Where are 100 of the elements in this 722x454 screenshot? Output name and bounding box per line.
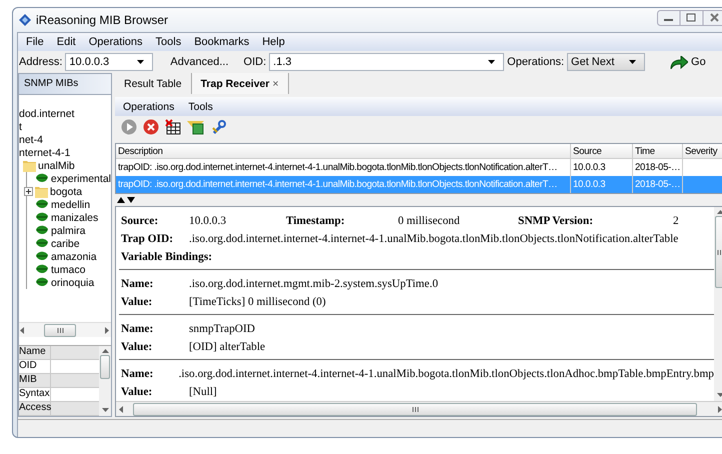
window-controls-icon[interactable]	[657, 10, 722, 26]
menu-item[interactable]: Tools	[156, 36, 182, 48]
table-cell: 10.0.0.3	[571, 176, 633, 193]
tree-item[interactable]: palmira	[51, 224, 86, 236]
dropdown-caret-icon	[629, 60, 636, 64]
field-value: 2	[673, 215, 679, 227]
menu-item[interactable]: Bookmarks	[194, 36, 250, 48]
tree-item[interactable]: medellin	[51, 198, 90, 210]
leaf-icon	[35, 173, 49, 184]
horizontal-scrollbar[interactable]	[116, 401, 722, 416]
menu-item[interactable]: Operations	[123, 100, 174, 112]
wrench-icon[interactable]	[211, 119, 227, 135]
leaf-icon	[35, 199, 49, 210]
column-header[interactable]: Description	[116, 144, 571, 158]
oid-label: OID:	[244, 56, 266, 68]
field-label: Name:	[121, 368, 154, 380]
splitter-arrows-icon[interactable]	[117, 197, 135, 203]
tree-item[interactable]: bogota	[50, 186, 82, 198]
field-label: Source:	[121, 215, 160, 227]
leaf-icon	[35, 264, 49, 275]
field-value: 10.0.0.3	[189, 215, 228, 227]
field-label: SNMP Version:	[518, 215, 594, 227]
field-label: Value:	[121, 386, 154, 398]
field-value: [Null]	[189, 386, 217, 398]
expand-icon[interactable]	[24, 187, 33, 196]
scroll-arrow-icon[interactable]	[104, 326, 111, 334]
leaf-icon	[35, 238, 49, 249]
grip-icon	[716, 250, 722, 254]
stop-icon[interactable]	[143, 119, 159, 135]
menu-item[interactable]: Tools	[188, 100, 213, 112]
tab[interactable]: Trap Receiver ×	[192, 73, 289, 94]
column-header[interactable]: Source	[571, 144, 633, 158]
column-header[interactable]: Severity	[683, 144, 722, 158]
go-button[interactable]: Go	[666, 56, 710, 68]
leaf-icon	[35, 212, 49, 223]
scroll-arrow-icon[interactable]	[19, 326, 26, 334]
address-label: Address:	[19, 56, 62, 68]
table-cell: trapOID: .iso.org.dod.internet.internet-4.internet-4-1.unalMib.bogota.tlonMib.tlonObjects.tlonNotification.alterT…	[116, 176, 571, 193]
menu-item[interactable]: Operations	[88, 36, 143, 48]
horizontal-scrollbar[interactable]	[19, 322, 111, 337]
scroll-arrow-icon[interactable]	[102, 407, 108, 414]
field-label: Value:	[121, 296, 154, 308]
tree-item[interactable]: nternet-4-1	[19, 146, 70, 158]
section-label: Variable Bindings:	[121, 251, 212, 263]
address-field[interactable]: 10.0.0.3	[65, 53, 154, 71]
close-icon[interactable]: ×	[272, 78, 279, 90]
oid-field[interactable]: .1.3	[269, 53, 504, 71]
field-value: .iso.org.dod.internet.mgmt.mib-2.system.sysUpTime.0	[189, 278, 438, 290]
tree-item[interactable]: dod.internet	[19, 108, 74, 120]
play-icon[interactable]	[121, 119, 137, 135]
tree-item[interactable]: amazonia	[51, 250, 97, 262]
column-header[interactable]: Time	[633, 144, 683, 158]
tree-item[interactable]: t	[19, 120, 22, 132]
scroll-arrow-icon[interactable]	[118, 406, 125, 412]
vertical-scrollbar[interactable]	[99, 346, 111, 416]
operations-dropdown[interactable]: Get Next	[567, 53, 646, 71]
tree-item[interactable]: orinoquia	[51, 276, 94, 288]
menu-item[interactable]: Edit	[56, 36, 76, 48]
field-value: snmpTrapOID	[189, 323, 256, 335]
scroll-arrow-icon[interactable]	[102, 348, 108, 355]
property-name: Syntax	[19, 388, 51, 401]
property-name: OID	[19, 360, 51, 373]
property-name: Name	[19, 346, 51, 359]
field-label: Timestamp:	[286, 215, 346, 227]
advanced-button[interactable]: Advanced...	[164, 56, 235, 68]
filter-icon[interactable]	[187, 119, 205, 135]
leaf-icon	[35, 277, 49, 288]
panel-header: SNMP MIBs	[19, 74, 111, 95]
property-name: Access	[19, 402, 51, 415]
tree-item[interactable]: caribe	[51, 238, 80, 250]
dropdown-caret-icon	[488, 60, 496, 64]
leaf-icon	[35, 225, 49, 236]
property-name: MIB	[19, 374, 51, 387]
table-cell: 2018-05-…	[633, 176, 683, 193]
operations-label: Operations:	[507, 56, 564, 68]
scroll-arrow-icon[interactable]	[716, 209, 722, 216]
tree-item[interactable]: tumaco	[51, 264, 86, 276]
field-value: [TimeTicks] 0 millisecond (0)	[189, 296, 326, 308]
field-label: Value:	[121, 341, 154, 353]
window-title: iReasoning MIB Browser	[36, 13, 168, 27]
field-label: Name:	[121, 323, 154, 335]
leaf-icon	[35, 251, 49, 262]
field-value: .iso.org.dod.internet.internet-4.internet-4-1.unalMib.bogota.tlonMib.tlonObjects.tlonNotification.alterTable	[189, 233, 678, 245]
tree-item[interactable]: manizales	[51, 212, 98, 224]
app-logo-icon	[19, 14, 31, 26]
menu-item[interactable]: File	[26, 36, 44, 48]
grip-icon	[412, 406, 418, 412]
field-value: 0 millisecond	[398, 215, 461, 227]
curved-arrow-icon	[670, 56, 688, 68]
tree-item[interactable]: unalMib	[38, 160, 75, 172]
tree-item[interactable]: experimental	[50, 172, 111, 184]
field-value: .iso.org.dod.internet.internet-4.internet-4-1.unalMib.bogota.tlonMib.tlonObjects.tlonAdhoc.bmpTable.bmpEntry.bmp	[178, 368, 714, 380]
menu-item[interactable]: Help	[262, 36, 285, 48]
tree-item[interactable]: net-4	[19, 134, 43, 146]
clear-table-icon[interactable]	[165, 119, 181, 135]
field-label: Name:	[121, 278, 154, 290]
grip-icon	[56, 328, 64, 332]
field-value: [OID] alterTable	[189, 341, 266, 353]
field-label: Trap OID:	[121, 233, 174, 245]
folder-icon	[35, 186, 48, 198]
